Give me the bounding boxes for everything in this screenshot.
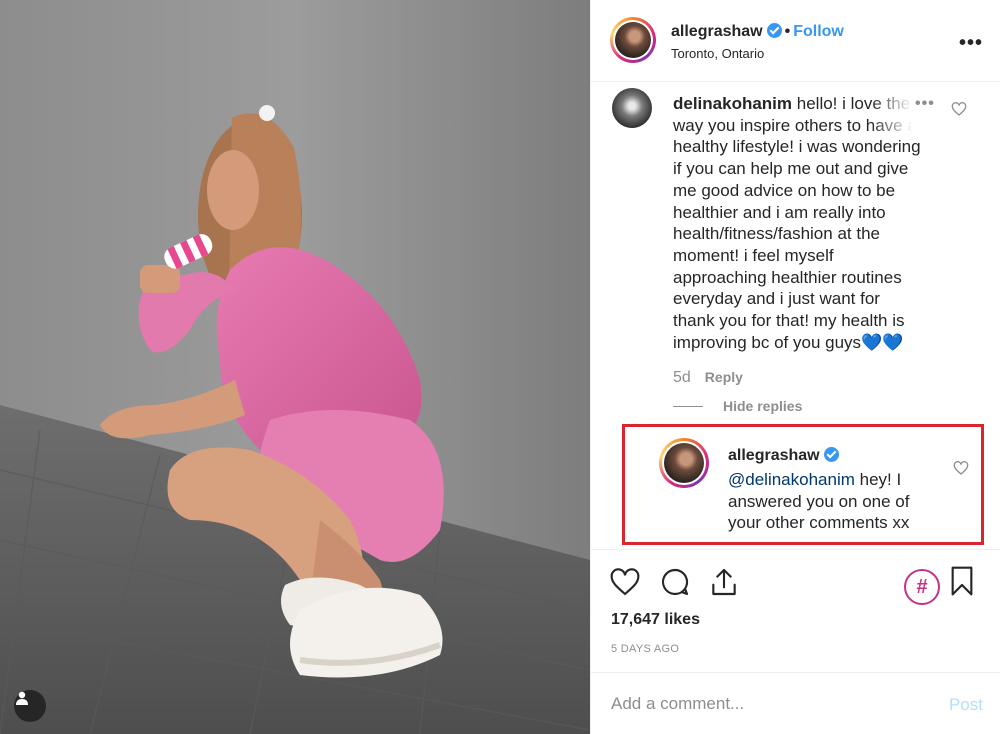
reply-username[interactable]: allegrashaw	[728, 447, 820, 464]
post-header: allegrashaw • Follow Toronto, Ontario •••	[591, 0, 1000, 82]
comment-input[interactable]	[611, 687, 931, 721]
hide-replies-button[interactable]: Hide replies	[673, 398, 802, 414]
bookmark-icon[interactable]	[946, 565, 978, 597]
author-line: allegrashaw • Follow	[671, 23, 844, 41]
post-actions: # 17,647 likes 5 DAYS AGO	[591, 549, 1000, 669]
comment-like-heart-icon[interactable]	[951, 101, 967, 117]
more-options-icon[interactable]: •••	[959, 32, 983, 55]
post-side-panel: allegrashaw • Follow Toronto, Ontario ••• …	[590, 0, 1000, 734]
reply-mention-link[interactable]: @delinakohanim	[728, 470, 855, 489]
reply-author-avatar[interactable]	[659, 438, 709, 488]
heart-icon[interactable]	[609, 566, 641, 598]
replies-divider-line	[673, 406, 703, 407]
author-username[interactable]: allegrashaw	[671, 23, 763, 40]
comment-options-icon[interactable]: •••	[915, 95, 935, 113]
hide-replies-label: Hide replies	[723, 398, 803, 414]
verified-badge-icon	[823, 447, 839, 462]
follow-button[interactable]: Follow	[793, 23, 844, 40]
commenter-username[interactable]: delinakohanim	[673, 94, 792, 113]
author-avatar[interactable]	[610, 17, 656, 63]
hashtag-icon[interactable]: #	[904, 569, 940, 605]
post-photo[interactable]	[0, 0, 590, 734]
user-tag-icon[interactable]	[14, 690, 46, 722]
reply-body: @delinakohanim hey! I answered you on on…	[728, 469, 938, 534]
comment-icon[interactable]	[659, 566, 691, 598]
verified-badge-icon	[766, 23, 782, 38]
reply-button[interactable]: Reply	[705, 369, 743, 385]
photo-illustration	[0, 0, 590, 734]
post-comment-button[interactable]: Post	[949, 695, 983, 715]
likes-count[interactable]: 17,647 likes	[611, 611, 700, 629]
post-timestamp: 5 DAYS AGO	[611, 643, 680, 655]
comment-age[interactable]: 5d	[673, 369, 691, 386]
separator-dot: •	[784, 23, 791, 40]
comment-composer: Post	[591, 672, 1000, 734]
post-location[interactable]: Toronto, Ontario	[671, 46, 764, 61]
highlighted-reply: allegrashaw @delinakohanim hey! I answer…	[622, 424, 984, 545]
reply-like-heart-icon[interactable]	[953, 460, 969, 476]
comment-meta: 5d Reply	[673, 369, 743, 387]
commenter-avatar[interactable]	[612, 88, 652, 128]
reply-author-line: allegrashaw	[728, 447, 839, 465]
share-icon[interactable]	[708, 566, 740, 598]
